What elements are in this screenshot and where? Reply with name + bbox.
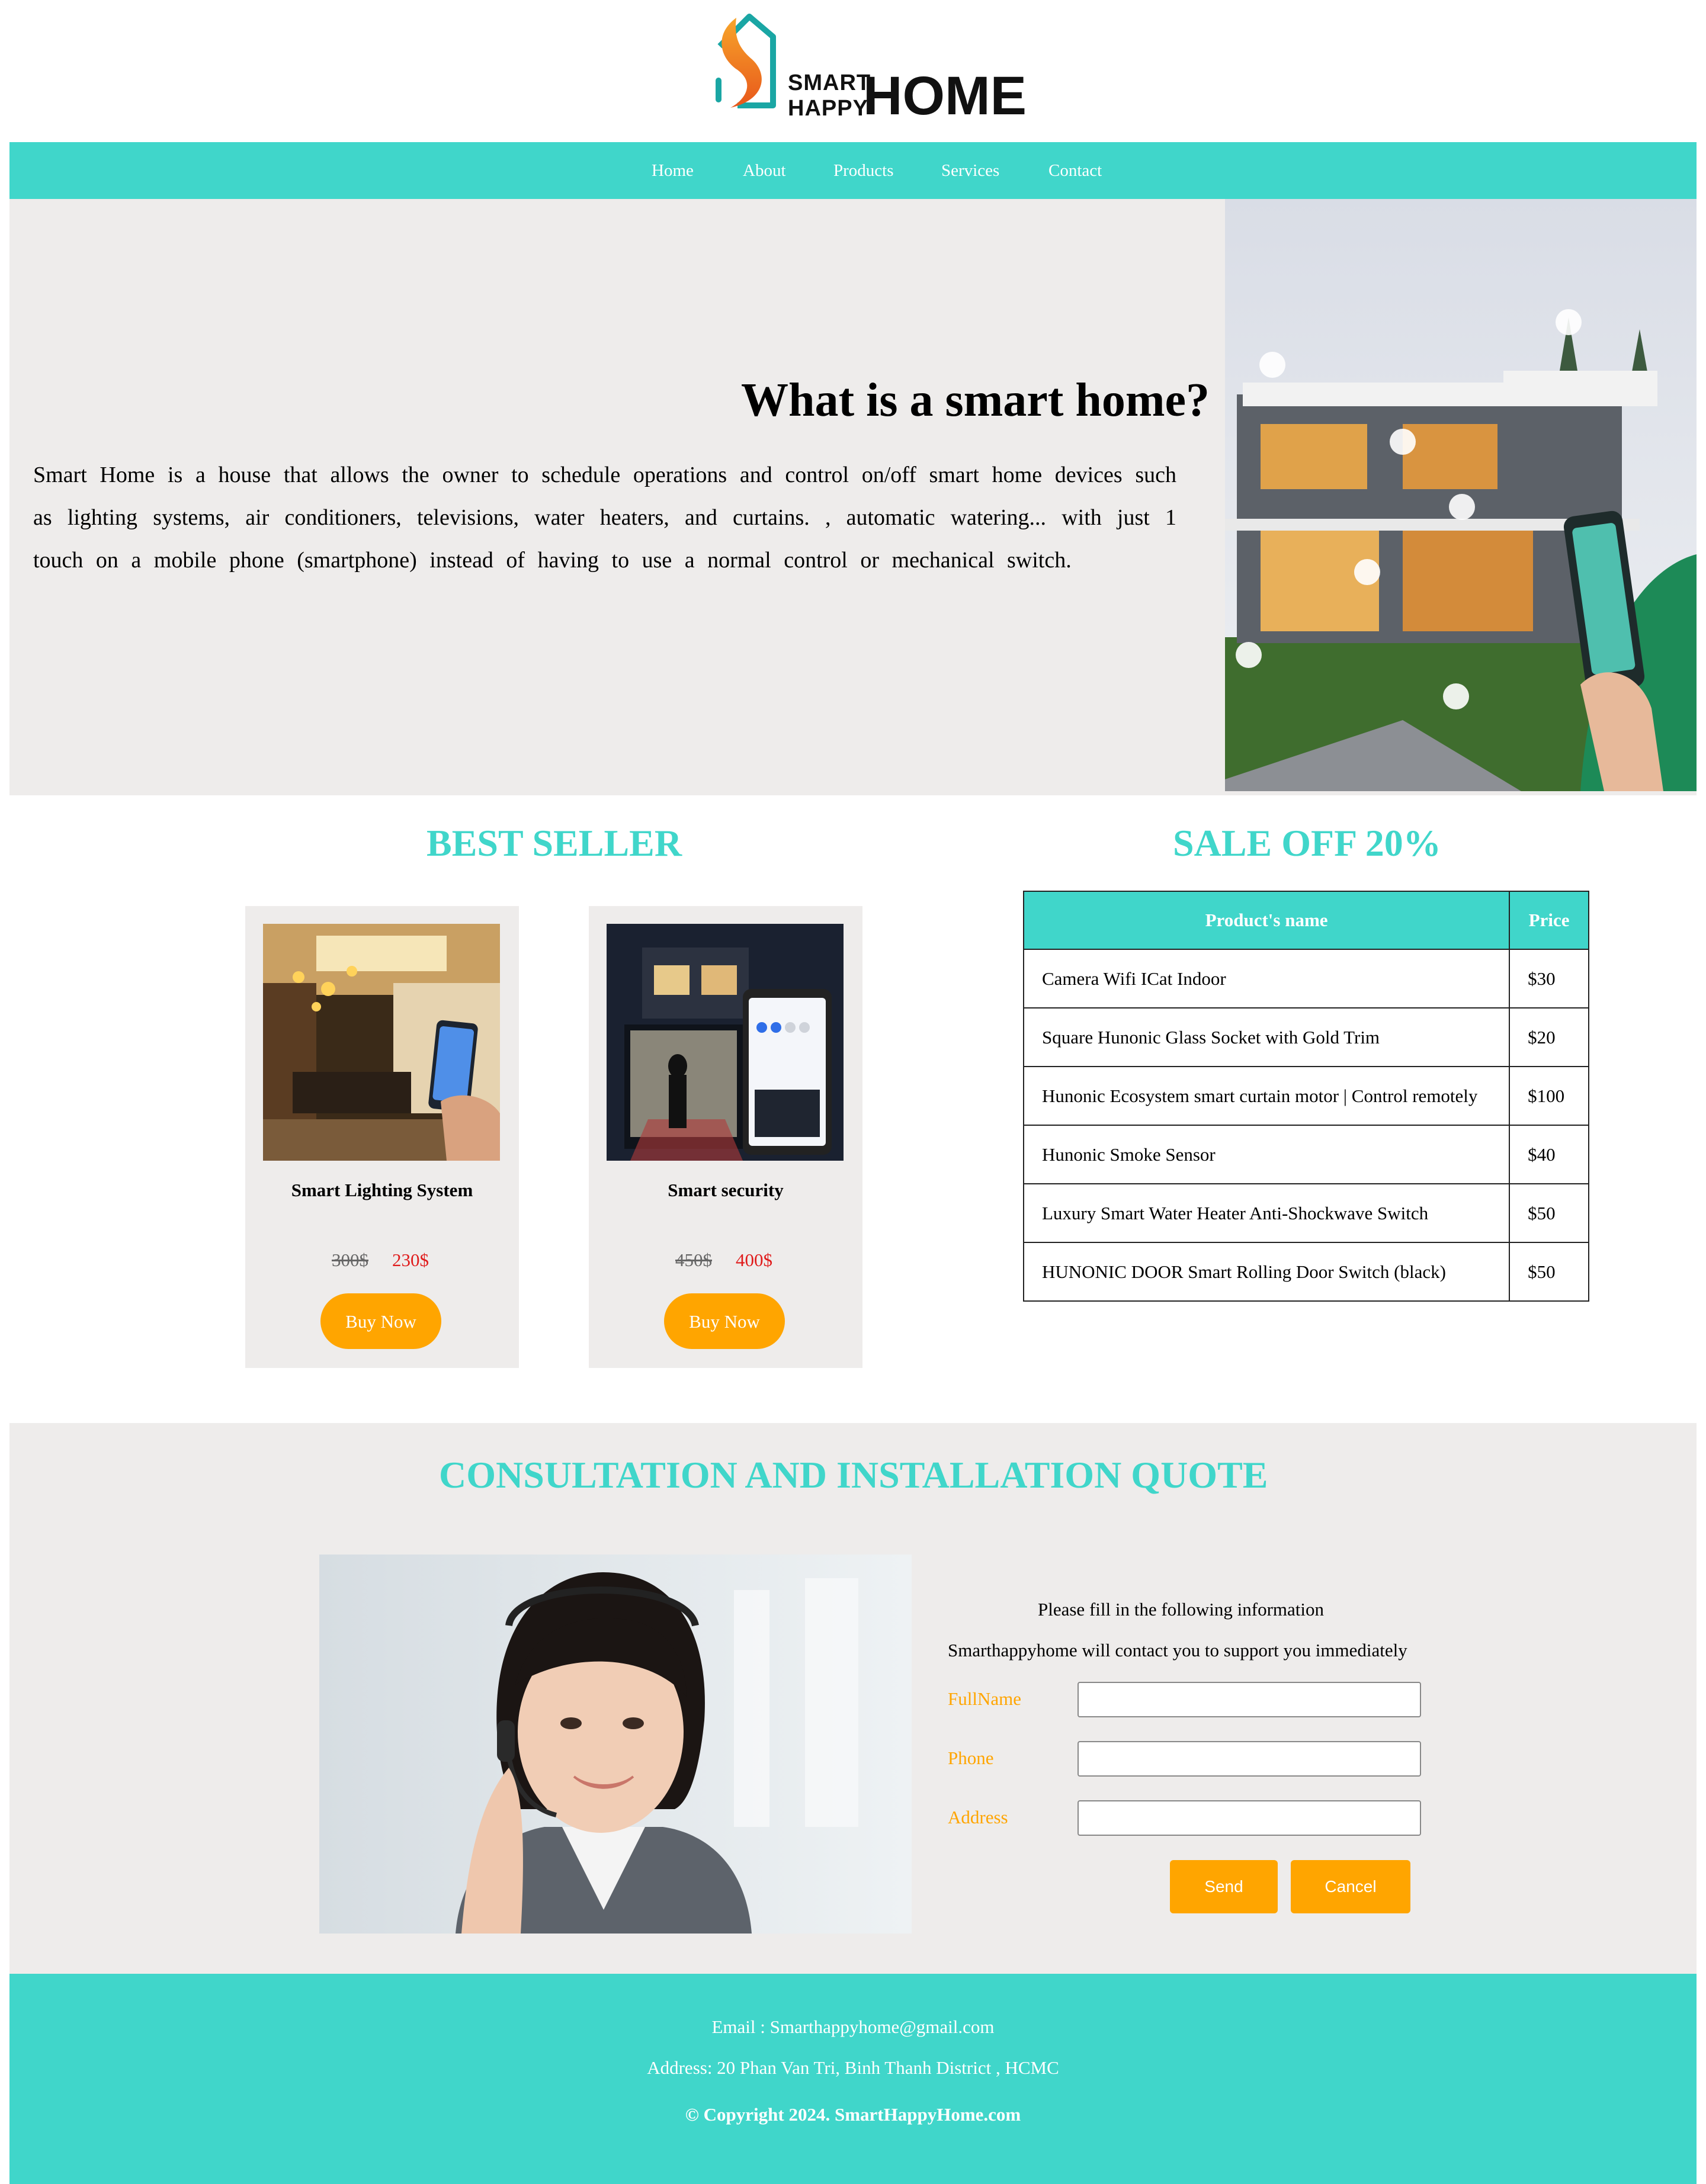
logo-text-home: HOME bbox=[863, 66, 1027, 126]
form-instruction: Please fill in the following information bbox=[1038, 1599, 1324, 1620]
price-cell: $100 bbox=[1509, 1066, 1589, 1126]
footer-address: Address: 20 Phan Van Tri, Binh Thanh Dis… bbox=[647, 2057, 1059, 2078]
table-row: HUNONIC DOOR Smart Rolling Door Switch (… bbox=[1022, 1242, 1589, 1302]
product-name-cell: Square Hunonic Glass Socket with Gold Tr… bbox=[1022, 1007, 1511, 1067]
nav-about-link[interactable]: About bbox=[743, 142, 786, 199]
send-button[interactable]: Send bbox=[1170, 1860, 1278, 1913]
form-subtitle: Smarthappyhome will contact you to suppo… bbox=[948, 1640, 1407, 1661]
product-name-cell: Hunonic Smoke Sensor bbox=[1022, 1125, 1511, 1184]
table-row: Camera Wifi ICat Indoor $30 bbox=[1022, 949, 1589, 1009]
table-row: Square Hunonic Glass Socket with Gold Tr… bbox=[1022, 1007, 1589, 1067]
sale-price: 400$ bbox=[736, 1250, 772, 1270]
product-name-cell: Camera Wifi ICat Indoor bbox=[1022, 949, 1511, 1009]
table-header-row: Product's name Price bbox=[1022, 891, 1589, 950]
fullname-label: FullName bbox=[948, 1688, 1021, 1709]
consultation-title: CONSULTATION AND INSTALLATION QUOTE bbox=[439, 1454, 1268, 1496]
footer-copyright: © Copyright 2024. SmartHappyHome.com bbox=[685, 2104, 1021, 2125]
product-name-cell: Hunonic Ecosystem smart curtain motor | … bbox=[1022, 1066, 1511, 1126]
table-row: Hunonic Ecosystem smart curtain motor | … bbox=[1022, 1066, 1589, 1126]
phone-label: Phone bbox=[948, 1748, 994, 1768]
consultation-section: CONSULTATION AND INSTALLATION QUOTE Plea… bbox=[9, 1423, 1697, 1974]
sale-table: Product's name Price Camera Wifi ICat In… bbox=[1022, 891, 1589, 1302]
smart-house-image bbox=[1225, 199, 1697, 791]
smart-lighting-image bbox=[263, 924, 500, 1161]
site-footer: Email : Smarthappyhome@gmail.com Address… bbox=[9, 1974, 1697, 2184]
logo-text-smart: SMART bbox=[788, 70, 871, 95]
product-name-cell: HUNONIC DOOR Smart Rolling Door Switch (… bbox=[1022, 1242, 1511, 1302]
old-price: 300$ bbox=[332, 1250, 368, 1270]
table-row: Hunonic Smoke Sensor $40 bbox=[1022, 1125, 1589, 1184]
hero-description: Smart Home is a house that allows the ow… bbox=[33, 463, 1176, 573]
address-input[interactable] bbox=[1078, 1800, 1421, 1836]
house-flame-logo-icon bbox=[716, 14, 776, 108]
product-name: Smart security bbox=[668, 1180, 784, 1200]
support-agent-image bbox=[319, 1555, 912, 1934]
hero-title: What is a smart home? bbox=[741, 374, 1210, 426]
price-cell: $50 bbox=[1509, 1242, 1589, 1302]
fullname-input[interactable] bbox=[1078, 1682, 1421, 1717]
hero-section: What is a smart home? Smart Home is a ho… bbox=[9, 199, 1697, 795]
product-card: Smart Lighting System 300$ 230$ Buy Now bbox=[245, 906, 519, 1368]
sale-off-title: SALE OFF 20% bbox=[1173, 822, 1441, 864]
sale-price: 230$ bbox=[392, 1250, 429, 1270]
product-name-cell: Luxury Smart Water Heater Anti-Shockwave… bbox=[1022, 1183, 1511, 1243]
nav-contact-link[interactable]: Contact bbox=[1048, 142, 1102, 199]
price-cell: $20 bbox=[1509, 1007, 1589, 1067]
column-header-name: Product's name bbox=[1022, 891, 1511, 950]
address-label: Address bbox=[948, 1807, 1008, 1828]
main-nav: Home About Products Services Contact bbox=[9, 142, 1697, 199]
product-name: Smart Lighting System bbox=[291, 1180, 473, 1200]
price-cell: $40 bbox=[1509, 1125, 1589, 1184]
product-card: Smart security 450$ 400$ Buy Now bbox=[589, 906, 862, 1368]
nav-home-link[interactable]: Home bbox=[652, 142, 694, 199]
price-cell: $30 bbox=[1509, 949, 1589, 1009]
best-seller-title: BEST SELLER bbox=[426, 822, 682, 864]
smart-security-image bbox=[607, 924, 844, 1161]
column-header-price: Price bbox=[1509, 891, 1589, 950]
site-logo[interactable]: SMART HAPPY HOME bbox=[702, 11, 1027, 124]
logo-text-happy: HAPPY bbox=[788, 96, 868, 121]
old-price: 450$ bbox=[675, 1250, 712, 1270]
buy-now-button[interactable]: Buy Now bbox=[320, 1293, 441, 1349]
nav-products-link[interactable]: Products bbox=[833, 142, 894, 199]
cancel-button[interactable]: Cancel bbox=[1291, 1860, 1410, 1913]
footer-email[interactable]: Email : Smarthappyhome@gmail.com bbox=[9, 2015, 1697, 2039]
buy-now-button[interactable]: Buy Now bbox=[664, 1293, 785, 1349]
nav-services-link[interactable]: Services bbox=[941, 142, 999, 199]
table-row: Luxury Smart Water Heater Anti-Shockwave… bbox=[1022, 1183, 1589, 1243]
price-cell: $50 bbox=[1509, 1183, 1589, 1243]
phone-input[interactable] bbox=[1078, 1741, 1421, 1777]
